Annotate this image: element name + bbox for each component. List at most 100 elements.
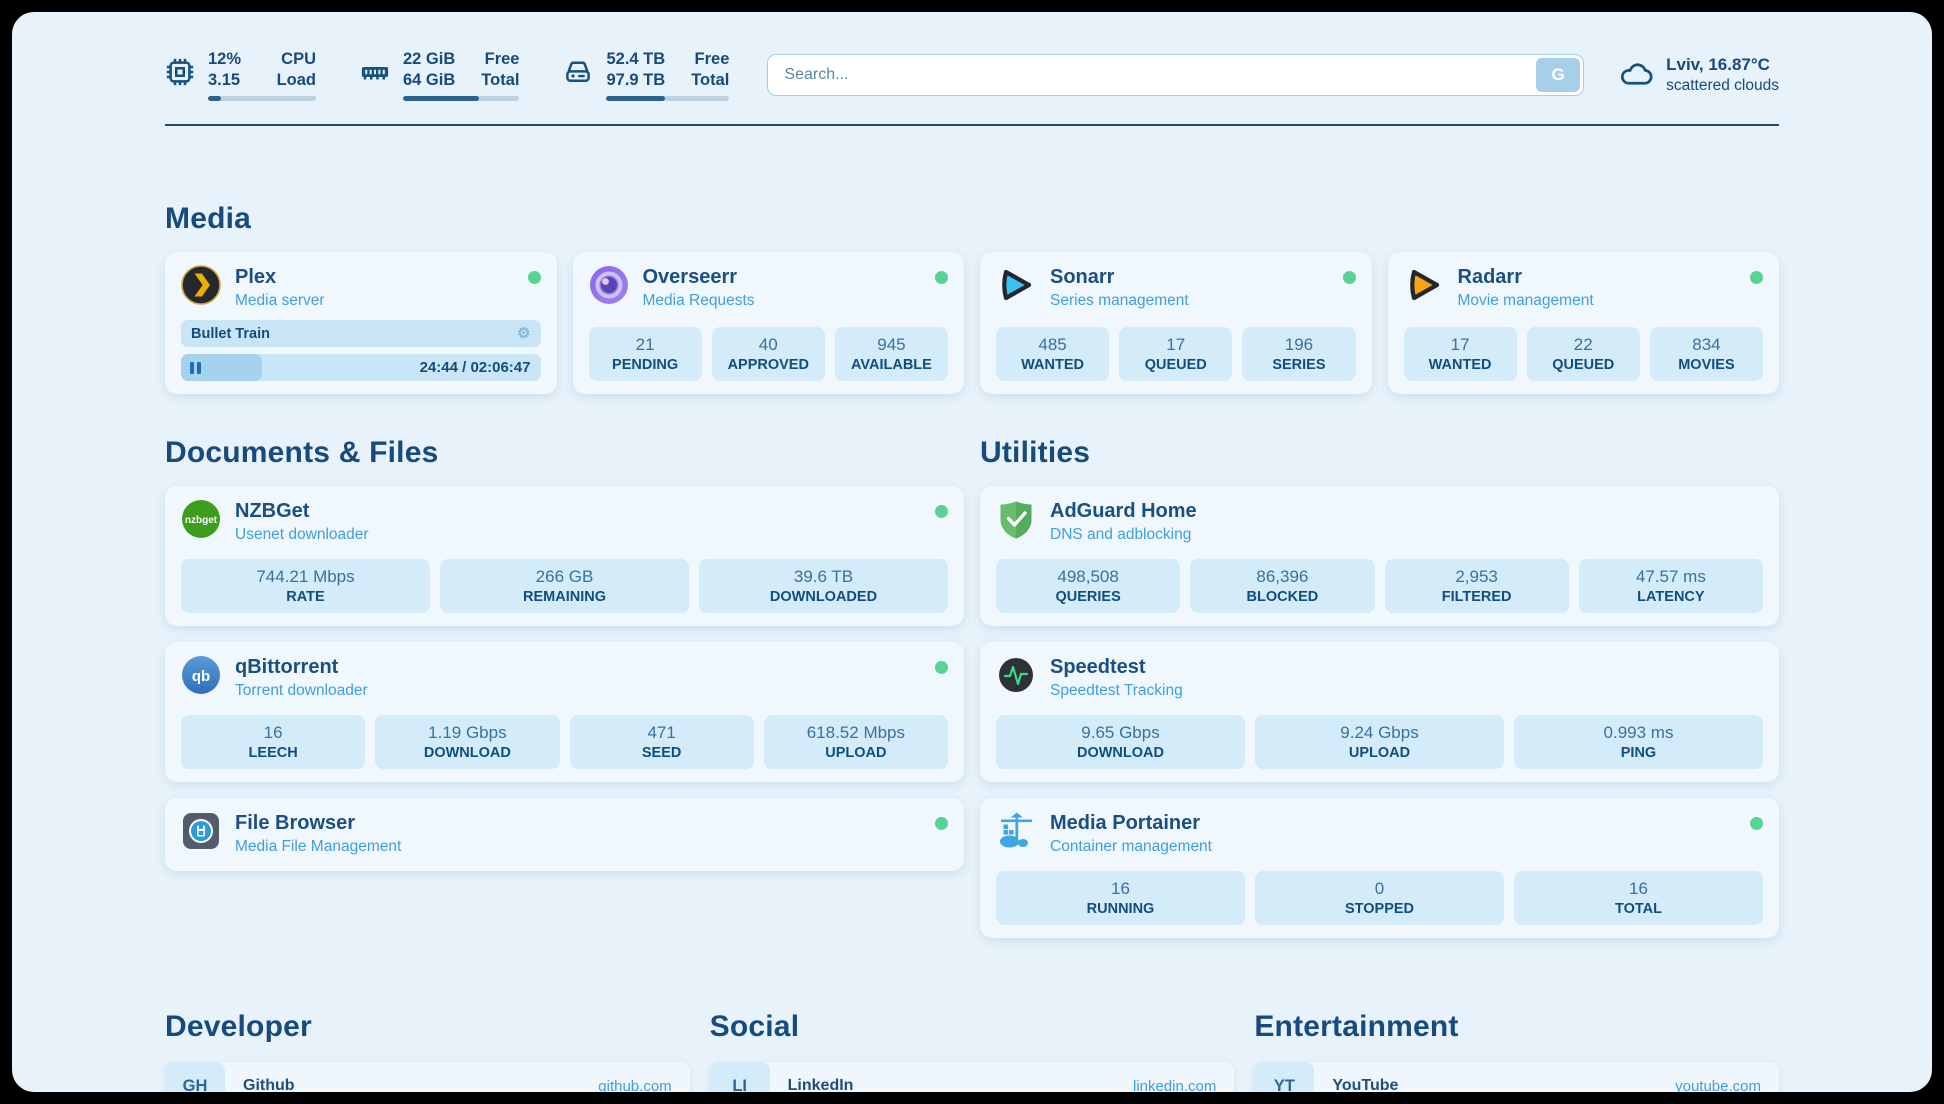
stat-tile-series: 196 SERIES [1242, 327, 1355, 381]
stat-tile-blocked: 86,396 BLOCKED [1190, 559, 1374, 613]
stat-tile-download: 1.19 Gbps DOWNLOAD [375, 715, 559, 769]
stat-tile-total: 16 TOTAL [1514, 871, 1763, 925]
overseerr-card[interactable]: Overseerr Media Requests 21 PENDING 40 A… [573, 252, 965, 394]
plex-card[interactable]: Plex Media server Bullet Train ⚙ 24:44 /… [165, 252, 557, 394]
disk-icon [563, 57, 593, 87]
status-dot [935, 271, 948, 284]
disk-total: 97.9 TB [606, 70, 665, 91]
status-dot [1750, 817, 1763, 830]
ram-total: 64 GiB [403, 70, 455, 91]
section-title-developer: Developer [165, 1010, 690, 1044]
search-input[interactable] [767, 54, 1584, 96]
section-title-social: Social [710, 1010, 1235, 1044]
search-provider-button[interactable]: G [1536, 58, 1580, 92]
card-subtitle: Series management [1050, 292, 1189, 310]
stat-tile-stopped: 0 STOPPED [1255, 871, 1504, 925]
card-title: NZBGet [235, 500, 369, 523]
weather-condition: scattered clouds [1666, 77, 1779, 95]
card-title: Media Portainer [1050, 812, 1212, 835]
ram-icon [360, 57, 390, 87]
status-dot [935, 505, 948, 518]
speedtest-card[interactable]: Speedtest Speedtest Tracking 9.65 Gbps D… [980, 642, 1779, 782]
speedtest-icon [996, 655, 1036, 695]
developer-bookmarks: Developer GH Github github.com SO StackO… [165, 1010, 690, 1092]
svg-text:qb: qb [192, 668, 210, 685]
card-subtitle: Torrent downloader [235, 682, 368, 700]
status-dot [1343, 271, 1356, 284]
section-title-entertainment: Entertainment [1254, 1010, 1779, 1044]
stat-tile-approved: 40 APPROVED [712, 327, 825, 381]
stat-tile-queries: 498,508 QUERIES [996, 559, 1180, 613]
weather-widget[interactable]: Lviv, 16.87°C scattered clouds [1618, 55, 1779, 95]
bookmark-github[interactable]: GH Github github.com [165, 1062, 690, 1092]
disk-free: 52.4 TB [606, 49, 665, 70]
nzbget-icon: nzbget [181, 499, 221, 539]
overseerr-icon [589, 265, 629, 305]
cpu-icon [165, 57, 195, 87]
now-playing-time: 24:44 / 02:06:47 [420, 354, 531, 381]
cpu-load: 3.15 [208, 70, 240, 91]
card-title: Sonarr [1050, 266, 1189, 289]
card-subtitle: DNS and adblocking [1050, 526, 1197, 544]
qbittorrent-card[interactable]: qb qBittorrent Torrent downloader 16 LEE… [165, 642, 964, 782]
social-bookmarks: Social LI LinkedIn linkedin.com TW Twitt… [710, 1010, 1235, 1092]
stat-tile-seed: 471 SEED [570, 715, 754, 769]
stat-tile-filtered: 2,953 FILTERED [1385, 559, 1569, 613]
ram-stat: 22 GiBFree 64 GiBTotal [360, 49, 519, 101]
now-playing-progress-bar[interactable]: 24:44 / 02:06:47 [181, 354, 541, 381]
portainer-card[interactable]: Media Portainer Container management 16 … [980, 798, 1779, 938]
stat-tile-download: 9.65 Gbps DOWNLOAD [996, 715, 1245, 769]
card-subtitle: Movie management [1458, 292, 1594, 310]
card-subtitle: Media Requests [643, 292, 755, 310]
stat-tile-running: 16 RUNNING [996, 871, 1245, 925]
bookmark-youtube[interactable]: YT YouTube youtube.com [1254, 1062, 1779, 1092]
adguard-card[interactable]: AdGuard Home DNS and adblocking 498,508 … [980, 486, 1779, 626]
plex-icon [181, 265, 221, 305]
stat-tile-pending: 21 PENDING [589, 327, 702, 381]
card-subtitle: Speedtest Tracking [1050, 682, 1183, 700]
stat-tile-queued: 22 QUEUED [1527, 327, 1640, 381]
weather-location: Lviv, 16.87°C [1666, 55, 1779, 75]
filebrowser-card[interactable]: File Browser Media File Management [165, 798, 964, 871]
stat-tile-movies: 834 MOVIES [1650, 327, 1763, 381]
ram-progress-bar [403, 96, 519, 101]
card-subtitle: Media File Management [235, 838, 401, 856]
stat-tile-upload: 618.52 Mbps UPLOAD [764, 715, 948, 769]
header-divider [165, 124, 1779, 126]
dashboard-page: 12%CPU 3.15Load 22 GiBFree 64 GiBTotal [12, 12, 1932, 1092]
pause-icon[interactable] [190, 362, 201, 374]
cloud-icon [1618, 57, 1654, 93]
utilities-column: Utilities AdGuard Home DNS and adblockin… [980, 436, 1779, 954]
stat-tile-leech: 16 LEECH [181, 715, 365, 769]
stat-tile-available: 945 AVAILABLE [835, 327, 948, 381]
system-stats: 12%CPU 3.15Load 22 GiBFree 64 GiBTotal [165, 49, 729, 101]
portainer-icon [996, 811, 1036, 851]
section-title-media: Media [165, 202, 1779, 236]
gear-icon[interactable]: ⚙ [517, 326, 530, 341]
stat-tile-wanted: 485 WANTED [996, 327, 1109, 381]
search-bar: G [767, 54, 1584, 96]
bookmark-linkedin[interactable]: LI LinkedIn linkedin.com [710, 1062, 1235, 1092]
adguard-icon [996, 499, 1036, 539]
radarr-card[interactable]: Radarr Movie management 17 WANTED 22 QUE… [1388, 252, 1780, 394]
card-title: AdGuard Home [1050, 500, 1197, 523]
header: 12%CPU 3.15Load 22 GiBFree 64 GiBTotal [165, 46, 1779, 104]
entertainment-bookmarks: Entertainment YT YouTube youtube.com NF … [1254, 1010, 1779, 1092]
ram-free: 22 GiB [403, 49, 455, 70]
svg-text:nzbget: nzbget [185, 515, 218, 526]
radarr-icon [1404, 265, 1444, 305]
nzbget-card[interactable]: nzbget NZBGet Usenet downloader 744.21 M… [165, 486, 964, 626]
qbittorrent-icon: qb [181, 655, 221, 695]
stat-tile-rate: 744.21 Mbps RATE [181, 559, 430, 613]
now-playing-media-title: Bullet Train [191, 326, 270, 342]
stat-tile-queued: 17 QUEUED [1119, 327, 1232, 381]
disk-stat: 52.4 TBFree 97.9 TBTotal [563, 49, 729, 101]
sonarr-card[interactable]: Sonarr Series management 485 WANTED 17 Q… [980, 252, 1372, 394]
media-card-row: Plex Media server Bullet Train ⚙ 24:44 /… [165, 252, 1779, 394]
disk-progress-bar [606, 96, 729, 101]
filebrowser-icon [181, 811, 221, 851]
card-subtitle: Usenet downloader [235, 526, 369, 544]
status-dot [935, 661, 948, 674]
sonarr-icon [996, 265, 1036, 305]
card-subtitle: Media server [235, 292, 325, 310]
